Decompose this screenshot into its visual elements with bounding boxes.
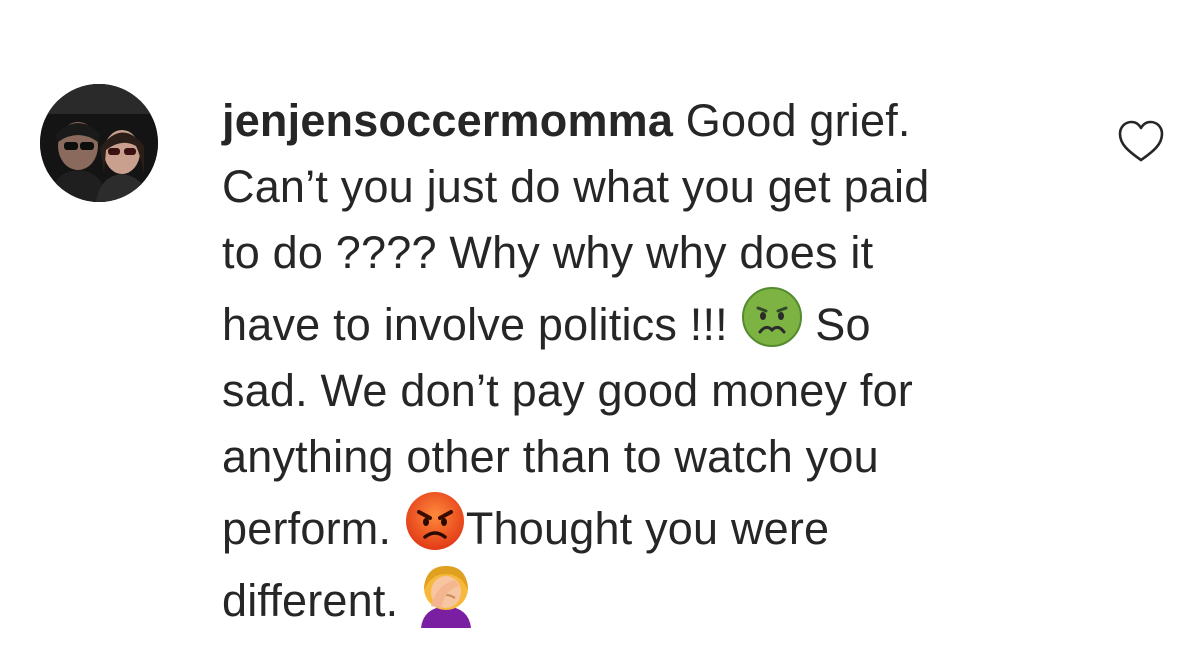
comment-text-segment: Good grief. <box>673 95 911 146</box>
heart-outline-icon <box>1118 120 1164 162</box>
comment-line: sad. We don’t pay good money for <box>222 365 913 416</box>
comment-text-segment: different. <box>222 575 411 626</box>
comment-line: have to involve politics !!! So <box>222 286 1082 358</box>
comment-text-segment: perform. <box>222 503 404 554</box>
comment-text-segment: have to involve politics !!! <box>222 299 741 350</box>
comment-body: jenjensoccermomma Good grief. Can’t you … <box>222 88 1082 634</box>
comment-line: different. <box>222 562 1082 634</box>
comment-item: jenjensoccermomma Good grief. Can’t you … <box>0 0 1200 661</box>
avatar[interactable] <box>40 84 158 202</box>
pouting-face-icon <box>404 490 466 552</box>
comment-line: Can’t you just do what you get paid <box>222 161 930 212</box>
comment-text-segment: So <box>802 299 871 350</box>
woman-facepalming-icon <box>411 562 473 628</box>
comment-line: to do ???? Why why why does it <box>222 227 874 278</box>
profile-photo-avatar-icon <box>40 84 158 202</box>
comment-line: perform. Thought you were <box>222 490 1082 562</box>
comment-line: jenjensoccermomma Good grief. <box>222 88 1082 154</box>
comment-line: anything other than to watch you <box>222 431 879 482</box>
comment-text-segment: Thought you were <box>465 503 830 554</box>
username-link[interactable]: jenjensoccermomma <box>222 95 673 146</box>
nauseated-face-icon <box>741 286 803 348</box>
like-button[interactable] <box>1116 118 1166 164</box>
